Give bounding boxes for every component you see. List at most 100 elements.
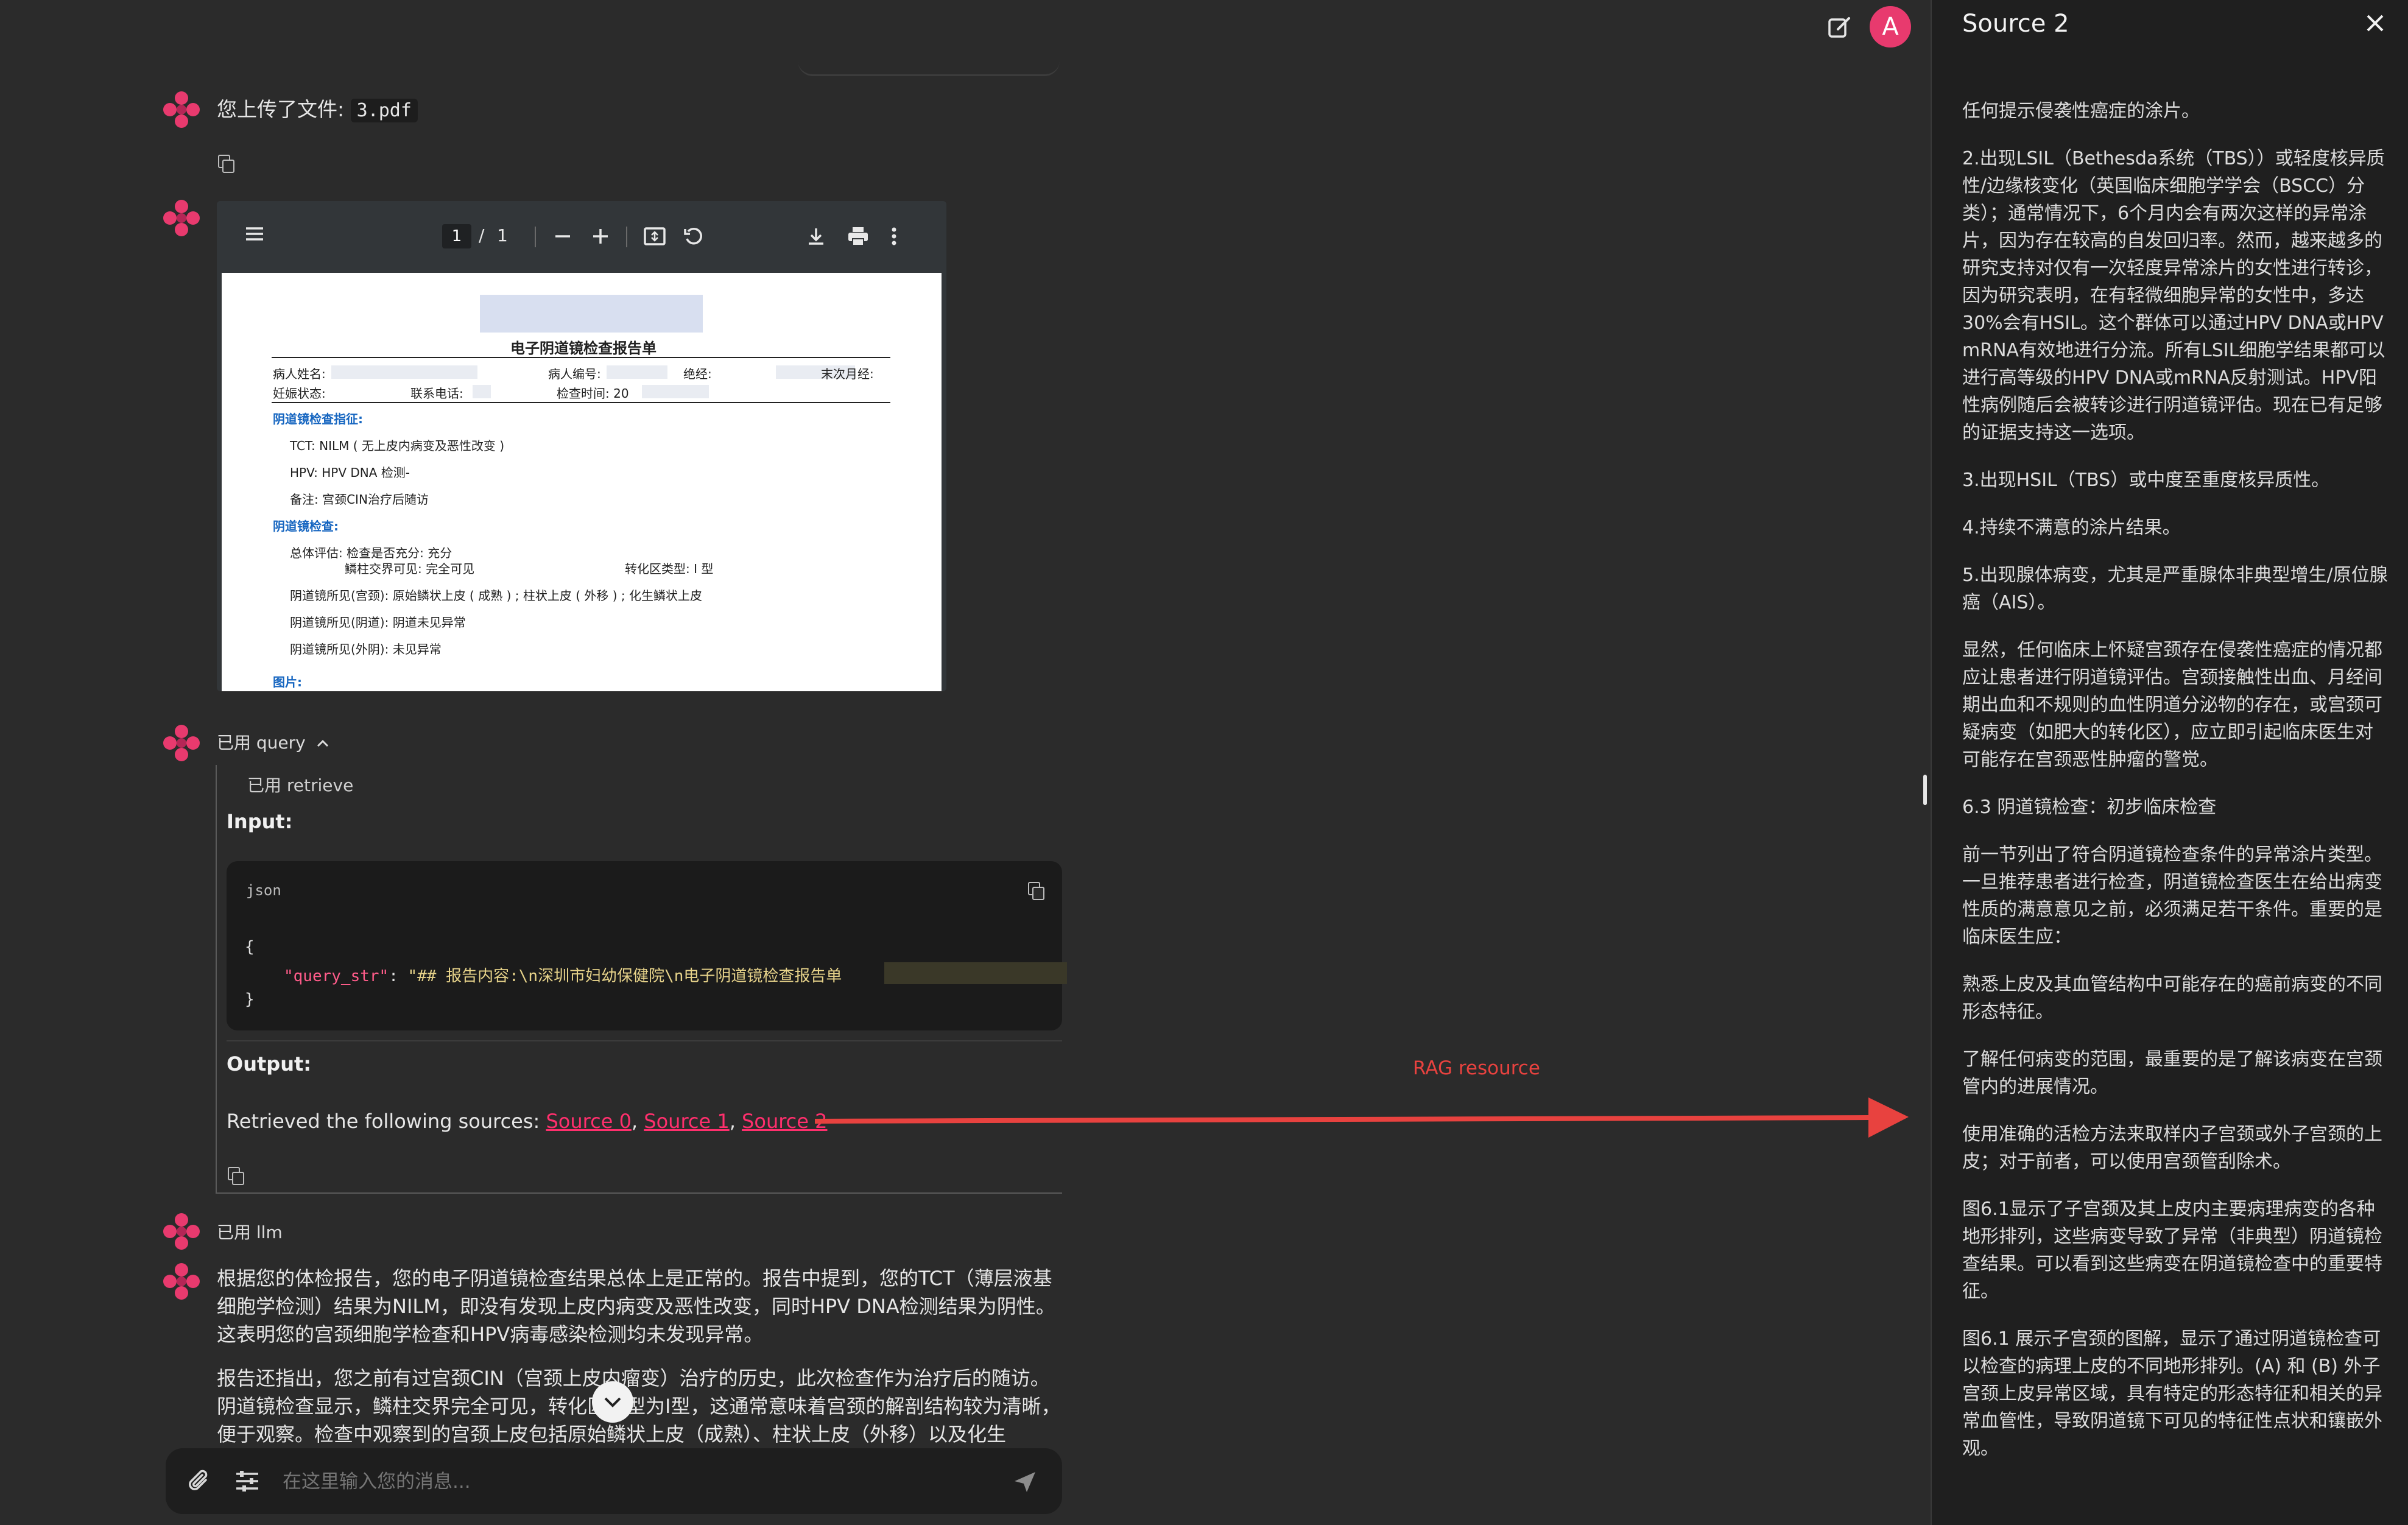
pdf-viewer[interactable]: 1 / 1 电子阴道镜检查报告单 病人姓名: 病人编号: 绝经: 末次月经: 妊… [217, 201, 946, 691]
patient-id-label: 病人编号: [548, 367, 601, 381]
copy-icon[interactable] [218, 155, 234, 173]
menopause-label: 绝经: [683, 367, 712, 381]
separator: , [631, 1110, 644, 1133]
tool-detail-bottom [216, 1192, 1062, 1194]
output-heading: Output: [227, 1052, 312, 1076]
message-composer [166, 1448, 1062, 1514]
pdf-page: 电子阴道镜检查报告单 病人姓名: 病人编号: 绝经: 末次月经: 妊娠状态: 联… [222, 273, 942, 691]
tct-line: TCT: NILM ( 无上皮内病变及恶性改变 ) [290, 438, 505, 453]
note-line: 备注: 宫颈CIN治疗后随访 [290, 492, 429, 507]
more-icon[interactable] [888, 225, 900, 250]
images-heading: 图片: [273, 675, 302, 689]
output-text: Retrieved the following sources: Source … [227, 1107, 827, 1136]
annotation-arrow [814, 1096, 1911, 1141]
assistant-logo-icon [163, 1263, 200, 1300]
redacted-logo [480, 295, 703, 333]
code-block: json { "query_str": "## 报告内容:\n深圳市妇幼保健院\… [227, 861, 1067, 1030]
patient-name-label: 病人姓名: [273, 367, 326, 381]
answer-text: 根据您的体检报告，您的电子阴道镜检查结果总体上是正常的。报告中提到，您的TCT（… [217, 1264, 1063, 1446]
source-paragraph: 熟悉上皮及其血管结构中可能存在的癌前病变的不同形态特征。 [1962, 974, 2382, 1023]
redacted [473, 385, 491, 398]
toolbar-divider [626, 227, 627, 247]
cervix-line: 阴道镜所见(宫颈): 原始鳞状上皮 ( 成熟 ) ; 柱状上皮 ( 外移 ) ;… [290, 588, 702, 603]
llm-tool-label[interactable]: 已用 llm [217, 1219, 283, 1244]
scroll-down-button[interactable] [592, 1381, 633, 1423]
settings-sliders-icon[interactable] [234, 1468, 261, 1497]
code-lang: json [246, 882, 281, 899]
upload-filename: 3.pdf [350, 99, 418, 122]
vagina-line: 阴道镜所见(阴道): 阴道未见异常 [290, 615, 466, 630]
send-icon[interactable] [1012, 1469, 1038, 1497]
rule [272, 402, 890, 403]
overall-line: 总体评估: 检查是否充分: 充分 [290, 546, 452, 560]
phone-label: 联系电话: [410, 386, 463, 401]
zoom-in-icon[interactable] [590, 225, 611, 250]
message-input[interactable] [281, 1465, 954, 1498]
annotation-label: RAG resource [1413, 1057, 1540, 1079]
assistant-logo-icon [163, 200, 200, 236]
code-close: } [245, 990, 255, 1009]
menu-icon[interactable] [244, 223, 266, 250]
new-chat-icon[interactable] [1825, 12, 1854, 41]
fit-page-icon[interactable] [643, 225, 666, 250]
redacted-code [884, 962, 1067, 984]
source-paragraph: 使用准确的活检方法来取样内子宫颈或外子宫颈的上皮；对于前者，可以使用宫颈管刮除术… [1962, 1124, 2382, 1172]
source-text: 任何提示侵袭性癌症的涂片。 2.出现LSIL（Bethesda系统（TBS））或… [1962, 97, 2389, 1482]
close-icon[interactable] [2363, 11, 2387, 38]
rotate-icon[interactable] [682, 225, 704, 250]
output-prefix: Retrieved the following sources: [227, 1110, 546, 1133]
upload-message: 您上传了文件: 3.pdf [217, 95, 418, 125]
exam-time-label: 检查时间: 20 [557, 386, 629, 401]
source-paragraph: 前一节列出了符合阴道镜检查条件的异常涂片类型。一旦推荐患者进行检查，阴道镜检查医… [1962, 844, 2382, 948]
code-line: "query_str": "## 报告内容:\n深圳市妇幼保健院\n电子阴道镜检… [284, 963, 842, 986]
assistant-logo-icon [163, 91, 200, 128]
query-tool-label: 已用 query [217, 733, 306, 753]
source-paragraph: 任何提示侵袭性癌症的涂片。 [1962, 100, 2200, 122]
avatar[interactable]: A [1870, 6, 1911, 48]
source-1-link[interactable]: Source 1 [644, 1110, 729, 1133]
tool-detail-border [216, 765, 217, 1194]
code-key: "query_str" [284, 967, 389, 985]
divider [227, 1040, 1062, 1041]
answer-paragraph-2: 报告还指出，您之前有过宫颈CIN（宫颈上皮内瘤变）治疗的历史，此次检查作为治疗后… [217, 1367, 1061, 1446]
separator: , [729, 1110, 742, 1133]
hpv-line: HPV: HPV DNA 检测- [290, 465, 410, 480]
redacted [331, 365, 477, 379]
report-title: 电子阴道镜检查报告单 [510, 340, 657, 357]
pdf-page-input[interactable]: 1 [442, 224, 471, 248]
pdf-page-sep: / [479, 225, 485, 245]
code-open: { [245, 938, 255, 956]
resize-handle[interactable] [1923, 775, 1927, 805]
source-paragraph: 3.出现HSIL（TBS）或中度至重度核异质性。 [1962, 470, 2330, 491]
source-0-link[interactable]: Source 0 [546, 1110, 631, 1133]
tz-type-line: 转化区类型: Ⅰ 型 [625, 562, 714, 576]
pdf-toolbar [217, 201, 946, 273]
source-paragraph: 5.出现腺体病变，尤其是严重腺体非典型增生/原位腺癌（AIS）。 [1962, 565, 2388, 613]
download-icon[interactable] [805, 225, 827, 250]
source-paragraph: 图6.1显示了子宫颈及其上皮内主要病理病变的各种地形排列，这些病变导致了异常（非… [1962, 1199, 2382, 1302]
source-paragraph: 显然，任何临床上怀疑宫颈存在侵袭性癌症的情况都应让患者进行阴道镜评估。宫颈接触性… [1962, 639, 2382, 770]
previous-message-edge [798, 61, 1060, 76]
squamo-line: 鳞柱交界可见: 完全可见 [345, 562, 475, 576]
copy-icon[interactable] [228, 1167, 244, 1185]
assistant-logo-icon [163, 1213, 200, 1250]
code-colon: : [389, 967, 408, 985]
source-panel: Source 2 任何提示侵袭性癌症的涂片。 2.出现LSIL（Bethesda… [1923, 0, 2408, 1525]
retrieve-label[interactable]: 已用 retrieve [247, 772, 353, 797]
source-paragraph: 了解任何病变的范围，最重要的是了解该病变在宫颈管内的进展情况。 [1962, 1049, 2382, 1097]
print-icon[interactable] [847, 225, 870, 250]
source-paragraph: 4.持续不满意的涂片结果。 [1962, 517, 2181, 538]
answer-paragraph-1: 根据您的体检报告，您的电子阴道镜检查结果总体上是正常的。报告中提到，您的TCT（… [217, 1267, 1055, 1346]
upload-prefix: 您上传了文件: [217, 97, 351, 121]
indication-heading: 阴道镜检查指征: [273, 412, 363, 426]
redacted [607, 365, 667, 379]
vulva-line: 阴道镜所见(外阴): 未见异常 [290, 642, 442, 657]
query-tool-toggle[interactable]: 已用 query [217, 730, 329, 754]
attach-icon[interactable] [185, 1467, 214, 1498]
source-paragraph: 6.3 阴道镜检查：初步临床检查 [1962, 797, 2217, 818]
toolbar-divider [535, 227, 536, 247]
redacted [642, 385, 709, 398]
copy-code-icon[interactable] [1028, 882, 1044, 900]
chat-area: A 您上传了文件: 3.pdf 1 / 1 电子阴道镜检查报告单 病人姓名: 病… [0, 0, 1931, 1525]
zoom-out-icon[interactable] [552, 225, 574, 250]
